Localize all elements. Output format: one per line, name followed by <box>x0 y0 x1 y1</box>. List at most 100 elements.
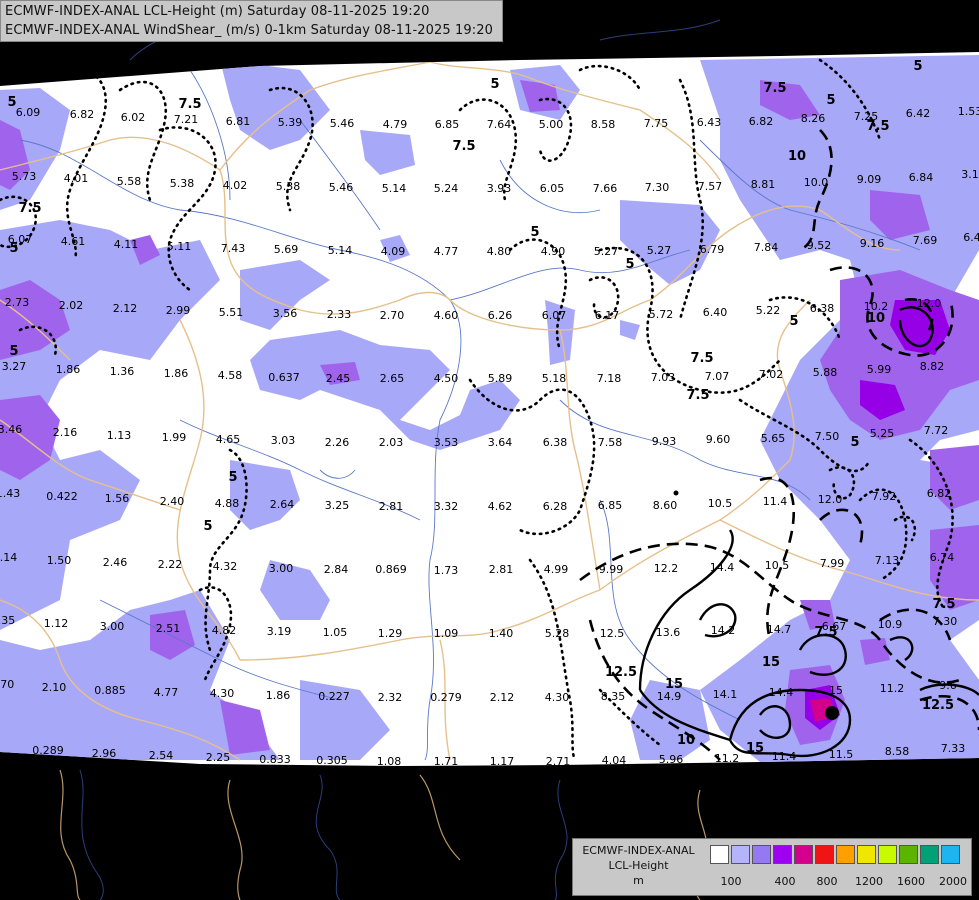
windshear-value: 2.64 <box>270 498 295 511</box>
windshear-value: 14.1 <box>713 688 738 701</box>
windshear-value: 5.00 <box>539 118 564 131</box>
windshear-value: 5.14 <box>382 182 407 195</box>
legend-swatch <box>836 845 855 864</box>
contour-label: 7.5 <box>178 97 201 112</box>
contour-label: 7.5 <box>866 119 889 134</box>
windshear-value: 1.43 <box>0 487 20 500</box>
windshear-value: 1.36 <box>110 365 135 378</box>
windshear-value: 9.99 <box>599 563 624 576</box>
windshear-value: 3.53 <box>434 436 459 449</box>
windshear-value: 4.90 <box>541 245 566 258</box>
windshear-value: 0.279 <box>430 691 462 704</box>
windshear-value: 4.79 <box>383 118 408 131</box>
windshear-value: 0.869 <box>375 563 407 576</box>
title-line-lcl: ECMWF-INDEX-ANAL LCL-Height (m) Saturday… <box>5 4 430 19</box>
windshear-value: 5.58 <box>117 175 142 188</box>
windshear-value: 3.27 <box>2 360 27 373</box>
windshear-value: 3.32 <box>434 500 459 513</box>
windshear-value: 4.80 <box>487 245 512 258</box>
windshear-value: 0.885 <box>94 684 126 697</box>
legend-swatch <box>794 845 813 864</box>
windshear-value: 7.69 <box>913 234 938 247</box>
contour-label: 10 <box>788 149 806 164</box>
windshear-value: 8.82 <box>920 360 945 373</box>
windshear-value: 9.52 <box>807 239 832 252</box>
windshear-value: 6.07 <box>542 309 567 322</box>
windshear-value: 6.74 <box>930 551 955 564</box>
windshear-value: 6.82 <box>70 108 95 121</box>
contour-label: 5 <box>850 435 859 450</box>
windshear-value: 2.40 <box>160 495 185 508</box>
legend-swatch <box>815 845 834 864</box>
legend-swatch <box>920 845 939 864</box>
contour-label: 7.5 <box>814 625 837 640</box>
windshear-value: 4.82 <box>212 624 237 637</box>
legend-swatch <box>731 845 750 864</box>
windshear-value: 4.14 <box>0 551 17 564</box>
windshear-value: 7.92 <box>872 490 897 503</box>
windshear-value: 7.57 <box>698 180 723 193</box>
windshear-value: 5.39 <box>278 116 303 129</box>
windshear-value: 9.60 <box>706 433 731 446</box>
windshear-value: 11.2 <box>880 682 905 695</box>
windshear-value: 4.30 <box>210 687 235 700</box>
windshear-value: 5.11 <box>167 240 192 253</box>
windshear-value: 1.86 <box>56 363 81 376</box>
windshear-value: 10.5 <box>765 559 790 572</box>
contour-label: 15 <box>746 741 764 756</box>
windshear-value: 1.09 <box>434 627 459 640</box>
windshear-value: 4.61 <box>61 235 86 248</box>
windshear-value: 2.70 <box>380 309 405 322</box>
contour-label: 5 <box>228 470 237 485</box>
weather-map: 6.09 6.82 6.02 7.21 6.81 5.39 5.46 4.79 6.85 7.64… <box>0 0 979 900</box>
windshear-value: 1.99 <box>162 431 187 444</box>
windshear-value: 4.11 <box>114 238 139 251</box>
windshear-value: 1.86 <box>266 689 291 702</box>
windshear-value: 3.1 <box>961 168 979 181</box>
legend-swatch <box>710 845 729 864</box>
windshear-value: 2.81 <box>379 500 404 513</box>
windshear-value: 2.54 <box>149 749 174 762</box>
windshear-value: 1.29 <box>378 627 403 640</box>
windshear-value: 4.30 <box>545 691 570 704</box>
windshear-value: 2.65 <box>380 372 405 385</box>
windshear-value: 7.13 <box>875 554 900 567</box>
windshear-value: 15 <box>829 684 843 697</box>
windshear-value: 5.72 <box>649 308 674 321</box>
windshear-value: 3.25 <box>325 499 350 512</box>
windshear-value: 1.13 <box>107 429 132 442</box>
windshear-value: 5.38 <box>170 177 195 190</box>
windshear-value: 10.0 <box>804 176 829 189</box>
windshear-value: 4.62 <box>488 500 513 513</box>
windshear-value: 9.16 <box>860 237 885 250</box>
windshear-value: 1.56 <box>105 492 130 505</box>
windshear-value: 5.25 <box>870 427 895 440</box>
windshear-value: 2.73 <box>5 296 30 309</box>
windshear-value: 6.79 <box>700 243 725 256</box>
contour-label: 5 <box>530 225 539 240</box>
legend-tick-label: 100 <box>720 875 742 888</box>
contour-label: 12.5 <box>922 698 954 713</box>
windshear-value: 3.00 <box>269 562 294 575</box>
legend-swatch <box>773 845 792 864</box>
windshear-value: 7.30 <box>645 181 670 194</box>
windshear-value: 4.99 <box>544 563 569 576</box>
contour-label: 12.5 <box>605 665 637 680</box>
windshear-value: 2.46 <box>103 556 128 569</box>
contour-label: 7.5 <box>18 201 41 216</box>
contour-label: 5 <box>789 314 798 329</box>
windshear-value: 14.4 <box>710 561 735 574</box>
windshear-value: 6.02 <box>121 111 146 124</box>
windshear-value: 2.45 <box>326 372 351 385</box>
contour-label: 15 <box>762 655 780 670</box>
windshear-value: 3.64 <box>488 436 513 449</box>
windshear-value: 9.93 <box>652 435 677 448</box>
windshear-value: 5.65 <box>761 432 786 445</box>
windshear-value: 3.03 <box>271 434 296 447</box>
windshear-value: 4.60 <box>434 309 459 322</box>
windshear-value: 6.42 <box>906 107 931 120</box>
windshear-value: 1.50 <box>47 554 72 567</box>
windshear-value: 12.5 <box>600 627 625 640</box>
windshear-value: 6.05 <box>540 182 565 195</box>
windshear-value: 7.75 <box>644 117 669 130</box>
